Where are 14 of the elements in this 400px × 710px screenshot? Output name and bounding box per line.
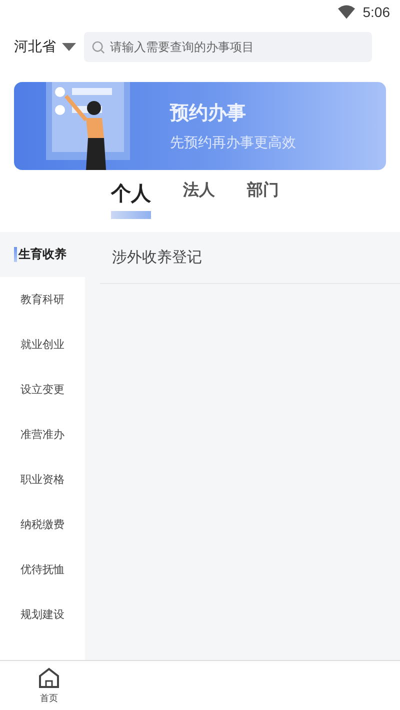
home-icon: [38, 666, 60, 688]
caret-icon: [62, 43, 76, 51]
sidebar-item[interactable]: 生育收养: [0, 232, 85, 277]
category-tab[interactable]: 部门: [247, 180, 279, 213]
banner-title: 预约办事: [170, 101, 247, 126]
search-field[interactable]: 请输入需要查询的办事项目: [84, 32, 372, 62]
region-selector[interactable]: 河北省: [14, 38, 76, 56]
status-time: 5:06: [362, 4, 390, 20]
category-tab[interactable]: 个人: [111, 180, 151, 219]
service-item[interactable]: 涉外收养登记: [100, 232, 400, 284]
category-tab[interactable]: 法人: [183, 180, 215, 213]
nav-tab[interactable]: 首页: [0, 661, 98, 710]
banner-subtitle: 先预约再办事更高效: [170, 134, 296, 152]
wifi-icon: [338, 5, 355, 19]
